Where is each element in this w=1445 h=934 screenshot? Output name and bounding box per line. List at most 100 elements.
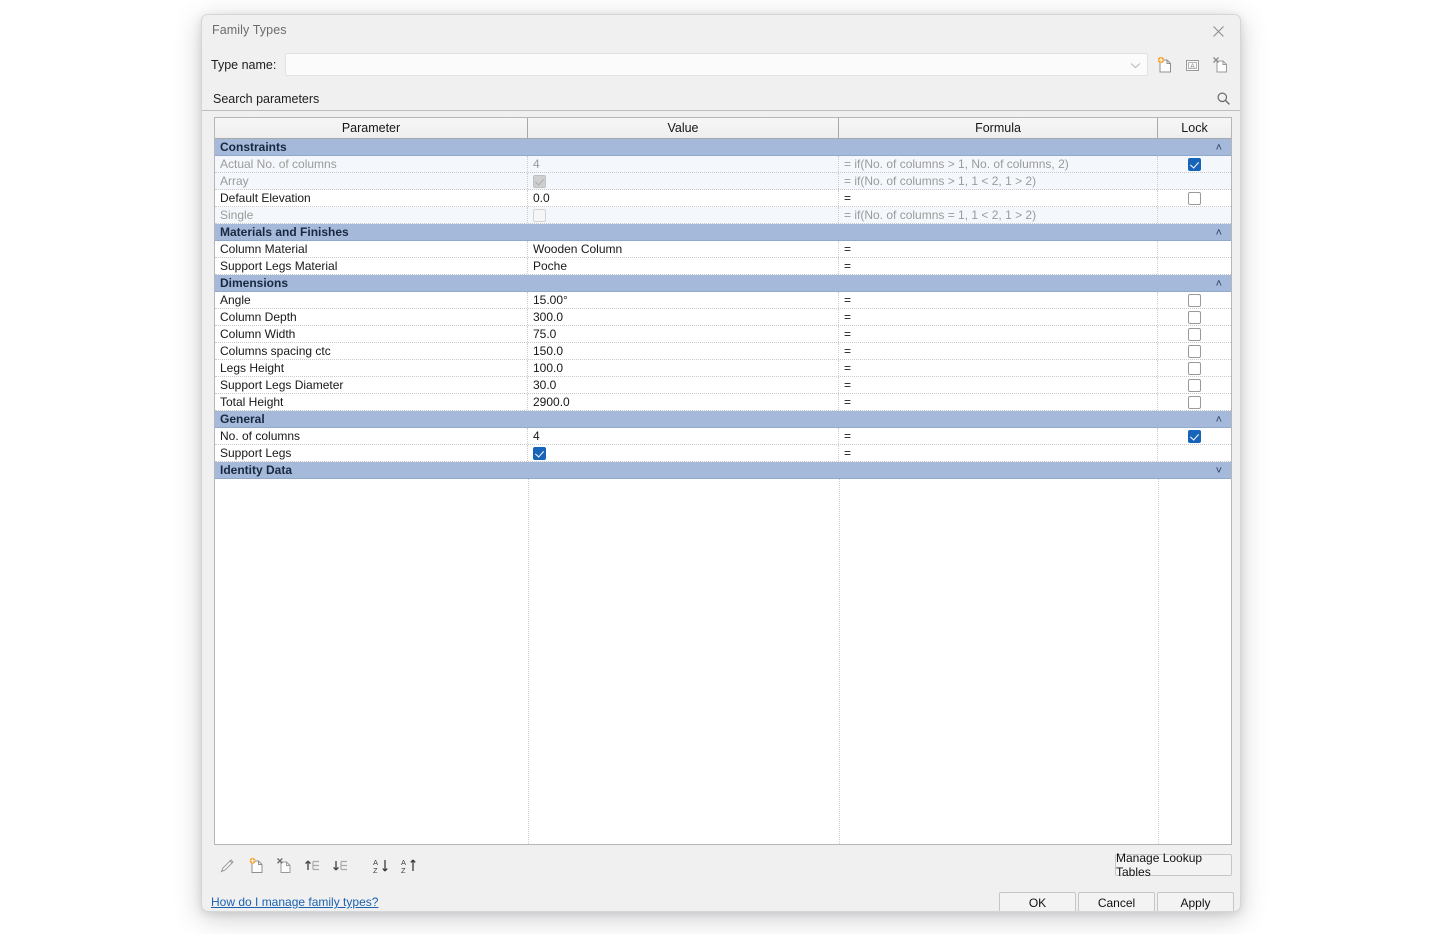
parameter-name-cell[interactable]: Support Legs [215,445,528,461]
type-name-input[interactable] [290,56,1120,73]
parameter-name-cell[interactable]: Support Legs Material [215,258,528,274]
parameter-name-cell[interactable]: No. of columns [215,428,528,444]
lock-checkbox[interactable] [1188,378,1201,392]
parameter-value-cell[interactable]: Wooden Column [528,241,839,257]
parameter-lock-cell[interactable] [1158,292,1231,308]
parameter-row[interactable]: Default Elevation 0.0 = [215,190,1231,207]
parameter-formula-cell[interactable]: = if(No. of columns > 1, 1 < 2, 1 > 2) [839,173,1158,189]
parameter-formula-cell[interactable]: = [839,241,1158,257]
move-up-button[interactable] [299,853,325,879]
sort-ascending-button[interactable]: A Z [368,853,394,879]
new-type-button[interactable] [1152,53,1176,77]
group-header[interactable]: Materials and Finishes ˄ [215,224,1231,241]
parameter-formula-cell[interactable]: = [839,309,1158,325]
parameter-formula-cell[interactable]: = [839,343,1158,359]
parameter-name-cell[interactable]: Legs Height [215,360,528,376]
parameter-name-cell[interactable]: Array [215,173,528,189]
chevron-down-icon[interactable] [1128,58,1142,72]
parameter-lock-cell[interactable] [1158,241,1231,257]
lock-checkbox[interactable] [1188,191,1201,205]
parameter-name-cell[interactable]: Actual No. of columns [215,156,528,172]
parameter-lock-cell[interactable] [1158,207,1231,223]
parameter-value-cell[interactable]: 0.0 [528,190,839,206]
help-link[interactable]: How do I manage family types? [211,895,378,909]
parameter-formula-cell[interactable]: = if(No. of columns = 1, 1 < 2, 1 > 2) [839,207,1158,223]
parameter-lock-cell[interactable] [1158,360,1231,376]
move-down-button[interactable] [327,853,353,879]
lock-checkbox[interactable] [1188,327,1201,341]
parameter-lock-cell[interactable] [1158,343,1231,359]
parameter-name-cell[interactable]: Angle [215,292,528,308]
parameter-formula-cell[interactable]: = [839,190,1158,206]
parameter-value-cell[interactable]: 4 [528,156,839,172]
chevron-up-icon[interactable]: ˄ [1216,139,1222,156]
lock-checkbox[interactable] [1188,395,1201,409]
parameter-row[interactable]: Column Depth 300.0 = [215,309,1231,326]
parameter-lock-cell[interactable] [1158,190,1231,206]
parameter-formula-cell[interactable]: = [839,428,1158,444]
parameter-value-cell[interactable]: 150.0 [528,343,839,359]
parameter-value-cell[interactable] [528,173,839,189]
resize-grip[interactable] [1224,911,1238,912]
type-name-combobox[interactable] [285,53,1148,76]
parameter-formula-cell[interactable]: = [839,394,1158,410]
parameter-row[interactable]: Column Material Wooden Column = [215,241,1231,258]
group-header[interactable]: General ˄ [215,411,1231,428]
parameter-row[interactable]: Support Legs Material Poche = [215,258,1231,275]
parameter-row[interactable]: No. of columns 4 = [215,428,1231,445]
parameter-name-cell[interactable]: Total Height [215,394,528,410]
parameter-name-cell[interactable]: Support Legs Diameter [215,377,528,393]
parameter-formula-cell[interactable]: = [839,326,1158,342]
apply-button[interactable]: Apply [1157,892,1234,911]
parameter-row[interactable]: Support Legs = [215,445,1231,462]
search-input[interactable] [211,90,1211,108]
manage-lookup-tables-button[interactable]: Manage Lookup Tables [1115,851,1232,879]
chevron-up-icon[interactable]: ˄ [1216,224,1222,241]
parameter-value-cell[interactable]: 30.0 [528,377,839,393]
parameter-lock-cell[interactable] [1158,309,1231,325]
parameter-value-cell[interactable]: 4 [528,428,839,444]
remove-parameter-button[interactable] [271,853,297,879]
sort-descending-button[interactable]: A Z [396,853,422,879]
parameter-value-cell[interactable]: 75.0 [528,326,839,342]
parameter-lock-cell[interactable] [1158,377,1231,393]
group-header[interactable]: Identity Data ˅ [215,462,1231,479]
parameter-formula-cell[interactable]: = [839,292,1158,308]
parameter-name-cell[interactable]: Column Width [215,326,528,342]
chevron-up-icon[interactable]: ˄ [1216,275,1222,292]
parameter-value-cell[interactable]: 15.00° [528,292,839,308]
parameter-lock-cell[interactable] [1158,173,1231,189]
parameter-name-cell[interactable]: Column Material [215,241,528,257]
lock-checkbox[interactable] [1188,157,1201,171]
parameter-lock-cell[interactable] [1158,258,1231,274]
value-checkbox-disabled[interactable] [533,208,546,222]
parameter-value-cell[interactable]: 2900.0 [528,394,839,410]
parameter-row[interactable]: Single = if(No. of columns = 1, 1 < 2, 1 … [215,207,1231,224]
parameter-lock-cell[interactable] [1158,428,1231,444]
group-header[interactable]: Dimensions ˄ [215,275,1231,292]
column-header-lock[interactable]: Lock [1158,118,1231,138]
parameter-row[interactable]: Actual No. of columns 4 = if(No. of column… [215,156,1231,173]
lock-checkbox[interactable] [1188,293,1201,307]
parameter-name-cell[interactable]: Columns spacing ctc [215,343,528,359]
value-checkbox[interactable] [533,446,546,460]
parameter-lock-cell[interactable] [1158,394,1231,410]
parameter-lock-cell[interactable] [1158,445,1231,461]
ok-button[interactable]: OK [999,892,1076,911]
chevron-up-icon[interactable]: ˄ [1216,411,1222,428]
parameter-value-cell[interactable]: 300.0 [528,309,839,325]
lock-checkbox[interactable] [1188,310,1201,324]
parameter-lock-cell[interactable] [1158,156,1231,172]
lock-checkbox[interactable] [1188,361,1201,375]
parameter-lock-cell[interactable] [1158,326,1231,342]
lock-checkbox[interactable] [1188,344,1201,358]
parameter-formula-cell[interactable]: = [839,258,1158,274]
parameter-formula-cell[interactable]: = [839,445,1158,461]
chevron-down-icon[interactable]: ˅ [1216,462,1222,479]
search-icon[interactable] [1215,90,1232,107]
parameter-row[interactable]: Support Legs Diameter 30.0 = [215,377,1231,394]
edit-parameter-button[interactable] [214,853,240,879]
parameter-row[interactable]: Total Height 2900.0 = [215,394,1231,411]
parameter-value-cell[interactable]: 100.0 [528,360,839,376]
parameter-row[interactable]: Column Width 75.0 = [215,326,1231,343]
